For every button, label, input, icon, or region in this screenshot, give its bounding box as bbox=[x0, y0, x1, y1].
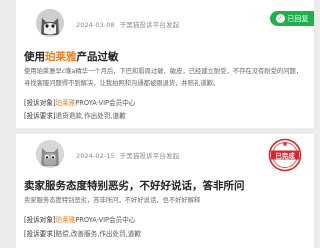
request-label: [投诉要求] bbox=[24, 112, 56, 120]
object-brand-link[interactable]: 珀莱雅 bbox=[56, 99, 76, 107]
complaint-title[interactable]: 使用珀莱雅产品过敏 bbox=[24, 49, 119, 64]
complaint-meta: 2024-03-08 于黑猫投诉平台发起 bbox=[76, 19, 179, 29]
object-name: PROYA-VIP会员中心 bbox=[75, 99, 136, 107]
status-stamp-label: 已完成 bbox=[275, 152, 295, 160]
check-icon: ✓ bbox=[275, 14, 285, 23]
object-name: PROYA-VIP会员中心 bbox=[75, 216, 136, 224]
complaint-date: 2024-03-08 bbox=[76, 21, 115, 29]
complaint-description: 卖家服务态度特别恶劣，答非所问，不好好说话，也不好好解释 bbox=[24, 197, 201, 204]
complaint-title[interactable]: 卖家服务态度特别恶劣，不好好说话，答非所问 bbox=[24, 178, 245, 193]
status-badge: ✓ 已回复 bbox=[270, 11, 314, 26]
request-value: 退货退款,作出处罚,道歉 bbox=[55, 112, 126, 120]
object-label: [投诉对象] bbox=[24, 99, 56, 107]
complaint-description: 使用珀莱雅早c晚a精华一个月后，下巴和唇周过敏、敏皮，已经建立耐受，不存在没有耐… bbox=[24, 68, 303, 87]
complaint-card[interactable]: 2024-03-08 于黑猫投诉平台发起 ✓ 已回复 使用珀莱雅产品过敏 使用珀莱… bbox=[16, 0, 314, 128]
request-value: 赔偿,改善服务,作出处罚,道歉 bbox=[55, 230, 141, 238]
complaint-platform: 于黑猫投诉平台发起 bbox=[119, 21, 180, 29]
status-badge-label: 已回复 bbox=[287, 14, 309, 23]
title-prefix: 使用 bbox=[24, 51, 45, 63]
status-stamp: 已完成 bbox=[268, 138, 302, 172]
title-brand: 珀莱雅 bbox=[45, 51, 77, 63]
cat-avatar-icon bbox=[36, 9, 64, 37]
complaint-request: [投诉要求]退货退款,作出处罚,道歉 bbox=[24, 110, 126, 120]
complaint-meta: 2024-02-15 于黑猫投诉平台发起 bbox=[76, 150, 179, 160]
request-label: [投诉要求] bbox=[24, 230, 56, 238]
complaint-card[interactable]: 2024-02-15 于黑猫投诉平台发起 已完成 卖家服务态度特别恶劣，不好好说话… bbox=[16, 134, 314, 248]
object-label: [投诉对象] bbox=[24, 216, 56, 224]
complaint-date: 2024-02-15 bbox=[76, 152, 115, 160]
title-suffix: 产品过敏 bbox=[76, 51, 119, 63]
complaint-request: [投诉要求]赔偿,改善服务,作出处罚,道歉 bbox=[24, 228, 141, 238]
complaint-platform: 于黑猫投诉平台发起 bbox=[119, 152, 180, 160]
object-brand-link[interactable]: 珀莱雅 bbox=[56, 216, 76, 224]
complaint-object: [投诉对象]珀莱雅PROYA-VIP会员中心 bbox=[24, 97, 135, 107]
cat-avatar-icon bbox=[36, 140, 64, 168]
complaint-object: [投诉对象]珀莱雅PROYA-VIP会员中心 bbox=[24, 214, 135, 224]
